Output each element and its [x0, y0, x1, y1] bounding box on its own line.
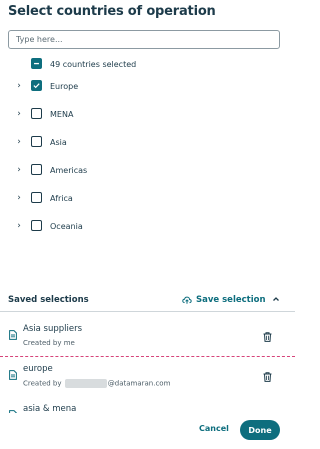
select-all-row[interactable]: 49 countries selected [0, 54, 295, 74]
region-checkbox[interactable] [31, 80, 42, 91]
region-label: Oceania [50, 221, 83, 231]
document-icon [9, 330, 17, 340]
region-row-europe[interactable]: › Europe [0, 76, 295, 96]
dialog-footer: Cancel Done [0, 413, 295, 449]
chevron-right-icon[interactable]: › [15, 109, 23, 119]
region-checkbox[interactable] [31, 164, 42, 175]
redacted-name [64, 379, 107, 388]
region-label: Americas [50, 165, 88, 175]
document-icon [9, 370, 17, 380]
chevron-right-icon[interactable]: › [15, 165, 23, 175]
region-label: Europe [50, 81, 79, 91]
region-row-mena[interactable]: › MENA [0, 104, 295, 124]
owner-domain: @datamaran.com [107, 379, 171, 388]
trash-icon[interactable] [263, 372, 272, 382]
region-row-americas[interactable]: › Americas [0, 160, 295, 180]
region-label: MENA [50, 109, 74, 119]
chevron-right-icon[interactable]: › [15, 81, 23, 91]
region-row-oceania[interactable]: › Oceania [0, 216, 295, 236]
cloud-upload-icon [182, 296, 192, 304]
chevron-right-icon[interactable]: › [15, 193, 23, 203]
chevron-right-icon[interactable]: › [15, 221, 23, 231]
saved-selection-item[interactable]: europe Created by @datamaran.com [0, 359, 295, 397]
select-all-checkbox[interactable] [31, 58, 42, 69]
saved-selection-name: Asia suppliers [23, 324, 82, 334]
save-selection-button[interactable]: Save selection [182, 295, 266, 305]
owner-prefix: Created by [23, 379, 62, 388]
region-checkbox[interactable] [31, 192, 42, 203]
region-label: Asia [50, 137, 67, 147]
saved-selection-owner: Created by me [23, 339, 75, 347]
region-checkbox[interactable] [31, 108, 42, 119]
saved-selection-owner: Created by @datamaran.com [23, 379, 170, 388]
region-checkbox[interactable] [31, 136, 42, 147]
saved-selection-item[interactable]: Asia suppliers Created by me [0, 319, 295, 357]
region-row-africa[interactable]: › Africa [0, 188, 295, 208]
trash-icon[interactable] [263, 332, 272, 342]
save-selection-label: Save selection [196, 295, 266, 305]
region-label: Africa [50, 193, 73, 203]
saved-selections-header: Saved selections Save selection [0, 290, 295, 312]
saved-selections-title: Saved selections [8, 295, 89, 305]
dialog-title: Select countries of operation [8, 4, 216, 19]
search-input[interactable] [8, 30, 280, 49]
chevron-up-icon[interactable] [270, 293, 282, 305]
region-checkbox[interactable] [31, 220, 42, 231]
chevron-right-icon[interactable]: › [15, 137, 23, 147]
selected-count: 49 countries selected [50, 59, 137, 69]
region-row-asia[interactable]: › Asia [0, 132, 295, 152]
done-button[interactable]: Done [240, 420, 280, 440]
saved-selection-name: europe [23, 364, 53, 374]
cancel-button[interactable]: Cancel [199, 424, 229, 433]
